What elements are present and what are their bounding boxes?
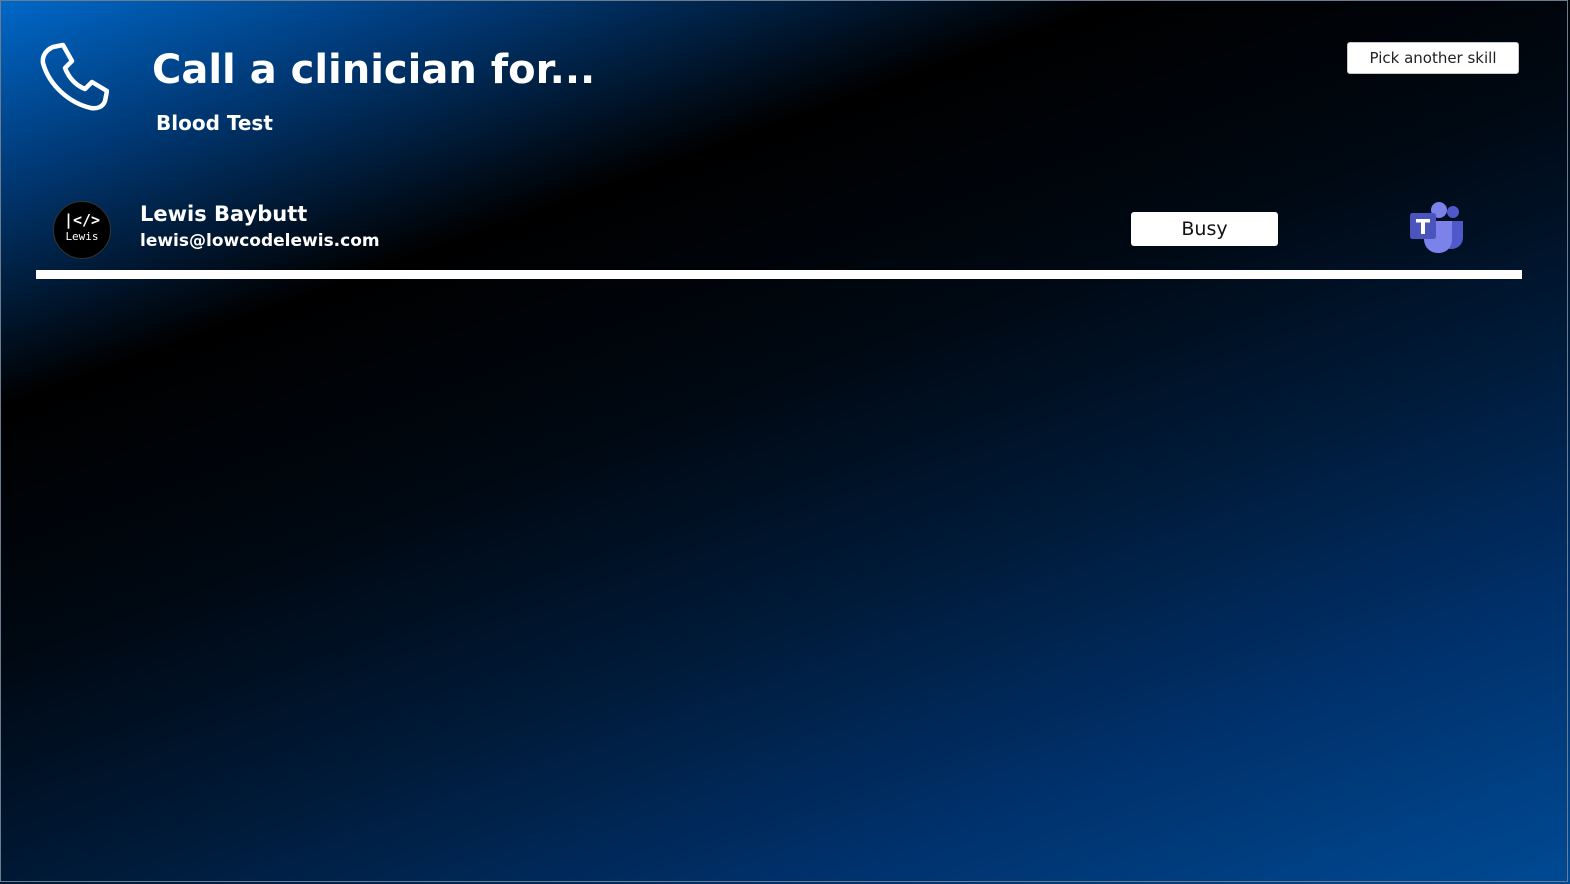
microsoft-teams-icon[interactable] — [1406, 201, 1466, 255]
pick-another-skill-button[interactable]: Pick another skill — [1347, 42, 1519, 74]
selected-skill: Blood Test — [156, 111, 273, 135]
avatar-code-text: |</> — [63, 211, 101, 229]
clinician-email: lewis@lowcodelewis.com — [140, 231, 380, 251]
page-title: Call a clinician for... — [152, 47, 596, 93]
status-button[interactable]: Busy — [1131, 212, 1278, 246]
clinician-name: Lewis Baybutt — [140, 202, 308, 226]
phone-icon — [40, 42, 109, 111]
app-screen: Call a clinician for... Blood Test Pick … — [0, 0, 1568, 882]
avatar-name-text: Lewis — [65, 230, 99, 243]
row-divider — [36, 270, 1522, 279]
avatar: |</> Lewis — [53, 201, 111, 259]
